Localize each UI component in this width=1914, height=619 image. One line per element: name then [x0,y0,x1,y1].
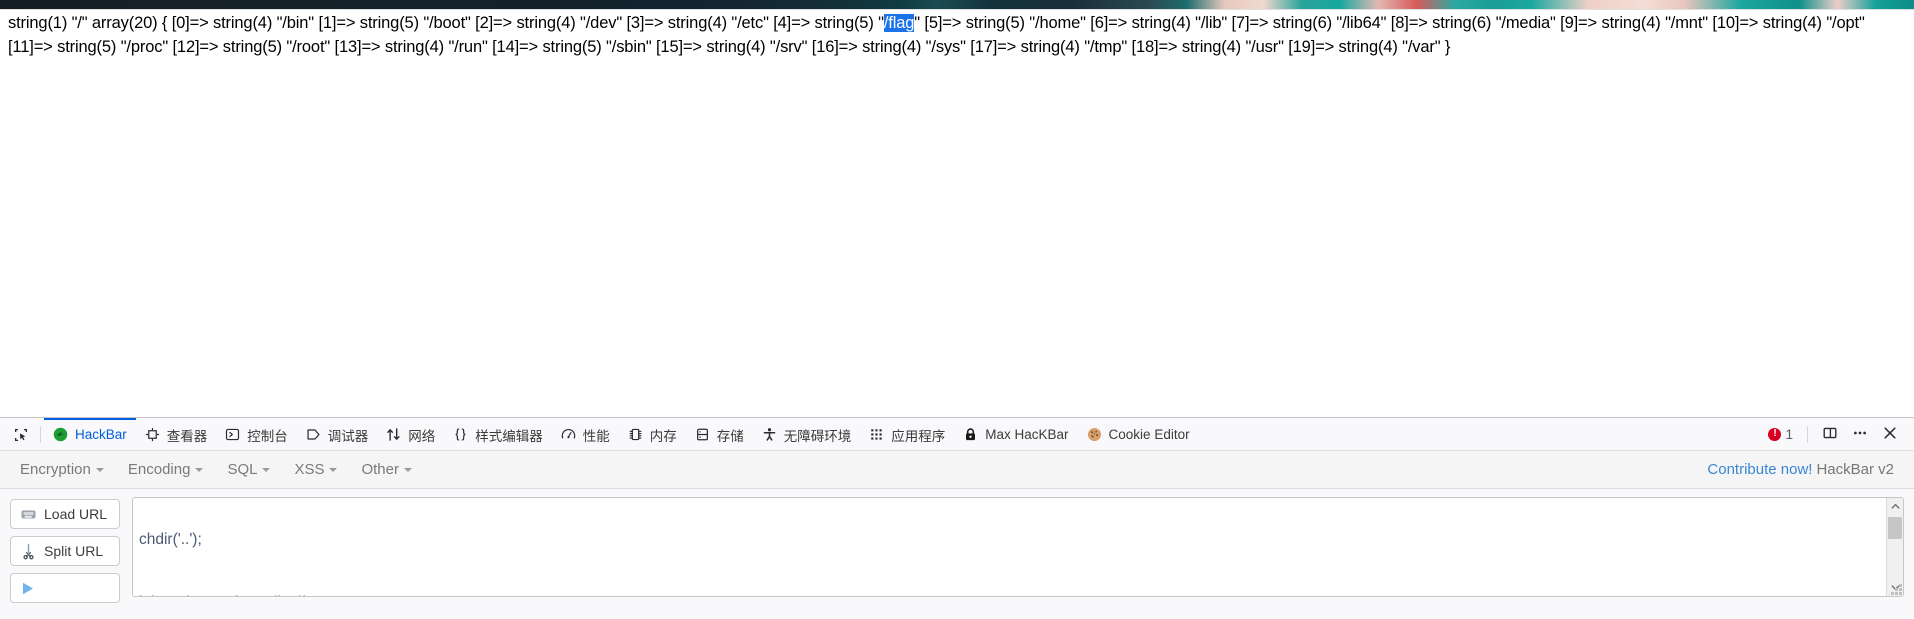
hackbar-version-label: HackBar v2 [1816,461,1894,478]
tab-cookie-editor[interactable]: Cookie Editor [1078,418,1199,451]
hackbar-menu-bar: Encryption Encoding SQL XSS Other Contri… [0,451,1914,489]
cookie-icon [1087,427,1103,443]
more-options-icon [1852,425,1868,444]
element-picker-icon [13,427,29,443]
chevron-down-icon [329,467,338,472]
load-url-button[interactable]: Load URL [10,499,120,529]
menu-xss-label: XSS [294,461,325,478]
tab-accessibility-label: 无障碍环境 [783,428,852,444]
tab-application[interactable]: 应用程序 [860,418,954,451]
tab-console[interactable]: 控制台 [216,418,297,451]
execute-button[interactable] [10,573,120,603]
storage-icon [695,427,711,443]
var-dump-output: string(1) "/" array(20) { [0]=> string(4… [8,11,1906,59]
hackbar-body: Load URL Split URL chdir('..'); [0,489,1914,619]
toolbar-divider-right [1807,425,1808,443]
dock-layout-button[interactable] [1816,420,1844,448]
tab-inspector[interactable]: 查看器 [136,418,217,451]
tab-storage[interactable]: 存储 [686,418,753,451]
split-url-scissors-icon [20,543,37,560]
tab-performance[interactable]: 性能 [552,418,619,451]
devtools-tab-strip: HackBar 查看器 控制台 调试器 网络 样式编辑器 性能 内存 存储 无障… [0,418,1914,451]
hackbar-code-editor[interactable]: chdir('..'); ini_set('open_basedir','/')… [132,497,1904,597]
tab-hackbar[interactable]: HackBar [44,418,136,451]
scrollbar-thumb[interactable] [1888,517,1902,539]
more-options-button[interactable] [1846,420,1874,448]
error-badge-icon: ! [1768,427,1782,441]
load-url-icon [20,506,37,523]
editor-resize-grip[interactable] [1889,582,1902,595]
tab-debugger[interactable]: 调试器 [297,418,378,451]
hackbar-icon [53,427,69,443]
error-count-label: 1 [1785,426,1793,442]
inspector-icon [145,427,161,443]
tab-debugger-label: 调试器 [327,428,369,444]
tab-max-hackbar[interactable]: Max HacKBar [954,418,1077,451]
page-background-image-strip [0,0,1914,9]
menu-sql-label: SQL [227,461,258,478]
contribute-link[interactable]: Contribute now! [1707,461,1816,478]
debugger-icon [306,427,322,443]
code-line: chdir('..'); [139,531,202,548]
menu-encoding[interactable]: Encoding [116,456,216,483]
toolbar-divider [40,425,41,443]
browser-page-viewport: string(1) "/" array(20) { [0]=> string(4… [0,0,1914,417]
tab-storage-label: 存储 [716,428,744,444]
devtools-toolbar-actions: ! 1 [1762,418,1914,450]
hackbar-action-buttons: Load URL Split URL [10,497,120,619]
tab-network[interactable]: 网络 [377,418,444,451]
menu-encryption-label: Encryption [20,461,91,478]
dock-layout-icon [1822,425,1838,444]
scrollbar-up-arrow[interactable] [1887,498,1903,515]
menu-sql[interactable]: SQL [215,456,282,483]
tab-memory[interactable]: 内存 [619,418,686,451]
style-editor-icon [453,427,469,443]
menu-other[interactable]: Other [349,456,424,483]
element-picker-button[interactable] [4,418,37,451]
network-icon [386,427,402,443]
chevron-down-icon [95,467,104,472]
var-dump-prefix: string(1) "/" array(20) { [0]=> string(4… [8,14,884,32]
menu-encoding-label: Encoding [127,461,191,478]
performance-icon [561,427,577,443]
execute-icon [20,580,37,597]
devtools-panel: HackBar 查看器 控制台 调试器 网络 样式编辑器 性能 内存 存储 无障… [0,417,1914,618]
chevron-down-icon [195,467,204,472]
page-background-divider [0,9,1914,10]
load-url-label: Load URL [44,506,108,522]
scrollbar-track[interactable] [1887,515,1903,579]
tab-console-label: 控制台 [247,428,288,444]
chevron-down-icon [262,467,271,472]
lock-icon [963,427,979,443]
accessibility-icon [762,427,778,443]
code-line: ini_set('open_basedir','/'); [139,592,1880,596]
tab-style-editor-label: 样式编辑器 [475,428,543,444]
tab-network-label: 网络 [408,428,436,444]
tab-inspector-label: 查看器 [166,428,208,444]
tab-accessibility[interactable]: 无障碍环境 [753,418,861,451]
application-icon [869,427,885,443]
close-icon [1882,425,1898,444]
error-count-badge[interactable]: ! 1 [1762,427,1799,442]
tab-max-hackbar-label: Max HacKBar [985,427,1069,442]
tab-application-label: 应用程序 [891,428,946,444]
close-devtools-button[interactable] [1876,420,1904,448]
tab-style-editor[interactable]: 样式编辑器 [444,418,552,451]
console-icon [225,427,241,443]
memory-icon [628,427,644,443]
tab-performance-label: 性能 [582,428,610,444]
split-url-label: Split URL [44,543,104,559]
chevron-down-icon [403,467,412,472]
tab-memory-label: 内存 [649,428,677,444]
menu-other-label: Other [361,461,399,478]
tab-hackbar-label: HackBar [75,427,127,442]
split-url-button[interactable]: Split URL [10,536,120,566]
selected-text-flag[interactable]: /flag [883,14,914,32]
tab-cookie-editor-label: Cookie Editor [1108,427,1190,442]
menu-encryption[interactable]: Encryption [8,456,116,483]
hackbar-code-text[interactable]: chdir('..'); ini_set('open_basedir','/')… [133,498,1886,596]
menu-xss[interactable]: XSS [282,456,349,483]
